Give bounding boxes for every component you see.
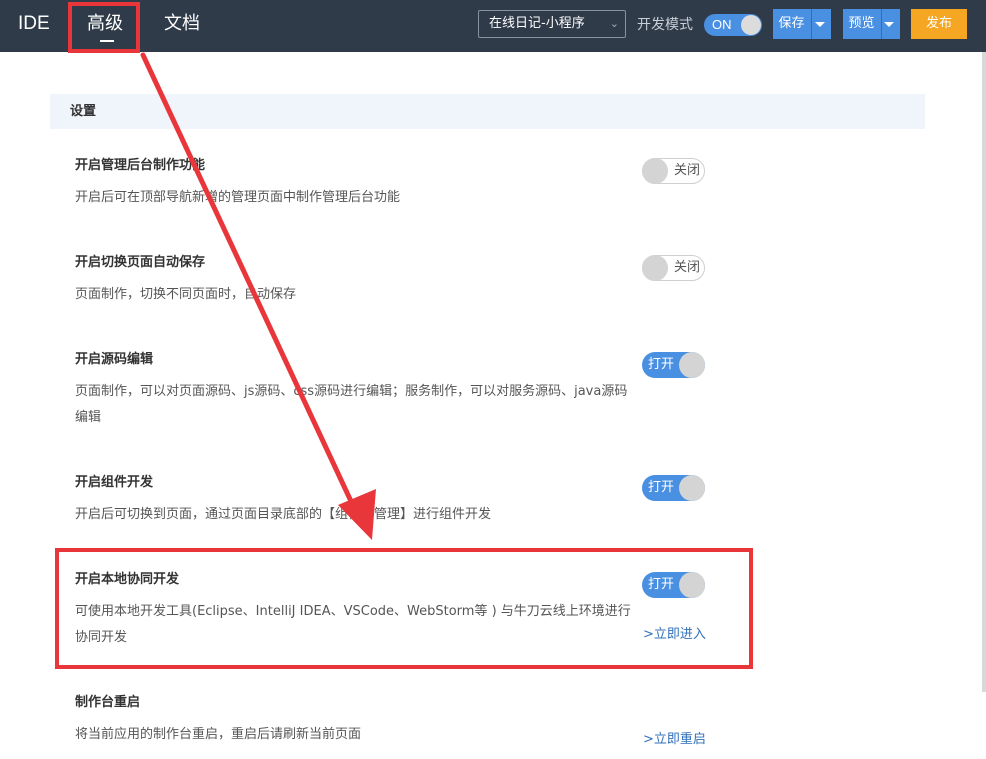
annotation-arrow	[140, 52, 376, 540]
arrow-head-icon	[338, 489, 376, 540]
arrow-shaft	[140, 52, 359, 515]
